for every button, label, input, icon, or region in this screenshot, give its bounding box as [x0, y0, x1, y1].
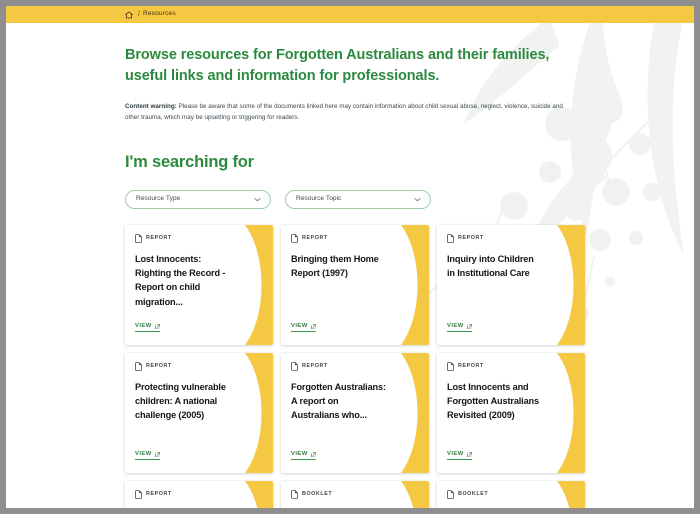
page-content: Browse resources for Forgotten Australia… — [6, 45, 694, 508]
resource-card[interactable]: REPORT Bringing them Home Report (1997) … — [281, 224, 429, 345]
resource-card[interactable]: BOOKLET Forgotten VIEW — [437, 480, 585, 508]
resource-card-body: REPORT No Child Should VIEW — [125, 481, 273, 508]
external-link-icon — [154, 452, 160, 458]
content-warning: Content warning: Please be aware that so… — [125, 101, 577, 123]
resource-view-link[interactable]: VIEW — [447, 450, 473, 460]
resource-type-badge: BOOKLET — [458, 490, 489, 497]
view-label: VIEW — [135, 322, 152, 329]
resource-type-badge: REPORT — [302, 234, 328, 241]
resource-card[interactable]: REPORT Inquiry into Children in Institut… — [437, 224, 585, 345]
resource-card-body: REPORT Inquiry into Children in Institut… — [437, 225, 585, 345]
resource-view-link[interactable]: VIEW — [291, 322, 317, 332]
document-icon — [291, 490, 298, 499]
external-link-icon — [466, 452, 472, 458]
resource-type-label: Resource Type — [136, 195, 181, 203]
resource-card-type: REPORT — [135, 362, 263, 371]
breadcrumb-separator: / — [138, 11, 140, 18]
document-icon — [135, 234, 142, 243]
resource-type-badge: REPORT — [146, 490, 172, 497]
resource-view-link[interactable]: VIEW — [291, 450, 317, 460]
external-link-icon — [310, 324, 316, 330]
resource-card-type: REPORT — [135, 234, 263, 243]
document-icon — [447, 490, 454, 499]
resource-card[interactable]: REPORT No Child Should VIEW — [125, 480, 273, 508]
view-label: VIEW — [291, 322, 308, 329]
view-label: VIEW — [291, 450, 308, 457]
resource-card-body: REPORT Lost Innocents: Righting the Reco… — [125, 225, 273, 345]
resource-card-type: REPORT — [291, 362, 419, 371]
resource-card-title: Protecting vulnerable children: A nation… — [135, 381, 226, 421]
filter-row: Resource Type Resource Topic — [125, 189, 694, 209]
resource-view-link[interactable]: VIEW — [135, 322, 161, 332]
resource-card-grid: REPORT Lost Innocents: Righting the Reco… — [125, 224, 585, 508]
resource-card-type: REPORT — [447, 362, 575, 371]
resource-card[interactable]: REPORT Lost Innocents: Righting the Reco… — [125, 224, 273, 345]
resource-card-type: REPORT — [135, 490, 263, 499]
resource-card[interactable]: REPORT Lost Innocents and Forgotten Aust… — [437, 352, 585, 473]
resource-card-type: REPORT — [447, 234, 575, 243]
breadcrumb-current[interactable]: Resources — [143, 11, 176, 18]
page-frame: / Resources Browse resources for Forgott… — [6, 6, 694, 508]
resource-card-title: Lost Innocents and Forgotten Australians… — [447, 381, 539, 421]
resource-card[interactable]: REPORT Forgotten Australians: A report o… — [281, 352, 429, 473]
resource-card-type: REPORT — [291, 234, 419, 243]
external-link-icon — [466, 324, 472, 330]
view-label: VIEW — [447, 322, 464, 329]
resource-type-badge: REPORT — [458, 362, 484, 369]
resource-topic-select[interactable]: Resource Topic — [285, 189, 431, 209]
resource-card[interactable]: BOOKLET You Can't Forget VIEW — [281, 480, 429, 508]
resource-card-title: Forgotten Australians: A report on Austr… — [291, 381, 386, 421]
external-link-icon — [154, 324, 160, 330]
resource-type-badge: REPORT — [302, 362, 328, 369]
resource-card-type: BOOKLET — [291, 490, 419, 499]
resource-type-badge: BOOKLET — [302, 490, 333, 497]
document-icon — [135, 362, 142, 371]
external-link-icon — [310, 452, 316, 458]
breadcrumb: / Resources — [6, 6, 694, 23]
document-icon — [135, 490, 142, 499]
document-icon — [447, 234, 454, 243]
resource-card-title: Inquiry into Children in Institutional C… — [447, 253, 534, 279]
resource-type-select[interactable]: Resource Type — [125, 189, 271, 209]
resource-view-link[interactable]: VIEW — [135, 450, 161, 460]
resource-card-body: BOOKLET Forgotten VIEW — [437, 481, 585, 508]
resource-card-type: BOOKLET — [447, 490, 575, 499]
resource-card-body: BOOKLET You Can't Forget VIEW — [281, 481, 429, 508]
home-icon[interactable] — [125, 10, 133, 19]
view-label: VIEW — [447, 450, 464, 457]
resource-card-body: REPORT Forgotten Australians: A report o… — [281, 353, 429, 473]
resource-card[interactable]: REPORT Protecting vulnerable children: A… — [125, 352, 273, 473]
page-headline: Browse resources for Forgotten Australia… — [125, 47, 550, 85]
resource-view-link[interactable]: VIEW — [447, 322, 473, 332]
view-label: VIEW — [135, 450, 152, 457]
search-section-title: I'm searching for — [125, 152, 254, 171]
resource-type-badge: REPORT — [146, 234, 172, 241]
chevron-down-icon — [254, 197, 261, 202]
content-warning-text: Please be aware that some of the documen… — [125, 102, 563, 121]
resource-card-body: REPORT Lost Innocents and Forgotten Aust… — [437, 353, 585, 473]
resource-type-badge: REPORT — [458, 234, 484, 241]
content-warning-label: Content warning: — [125, 102, 177, 110]
resource-card-title: Lost Innocents: Righting the Record - Re… — [135, 253, 226, 307]
chevron-down-icon — [414, 197, 421, 202]
resource-topic-label: Resource Topic — [296, 195, 342, 203]
document-icon — [291, 234, 298, 243]
resource-card-title: Bringing them Home Report (1997) — [291, 253, 379, 279]
resource-card-body: REPORT Protecting vulnerable children: A… — [125, 353, 273, 473]
document-icon — [447, 362, 454, 371]
resource-card-body: REPORT Bringing them Home Report (1997) … — [281, 225, 429, 345]
document-icon — [291, 362, 298, 371]
resource-type-badge: REPORT — [146, 362, 172, 369]
